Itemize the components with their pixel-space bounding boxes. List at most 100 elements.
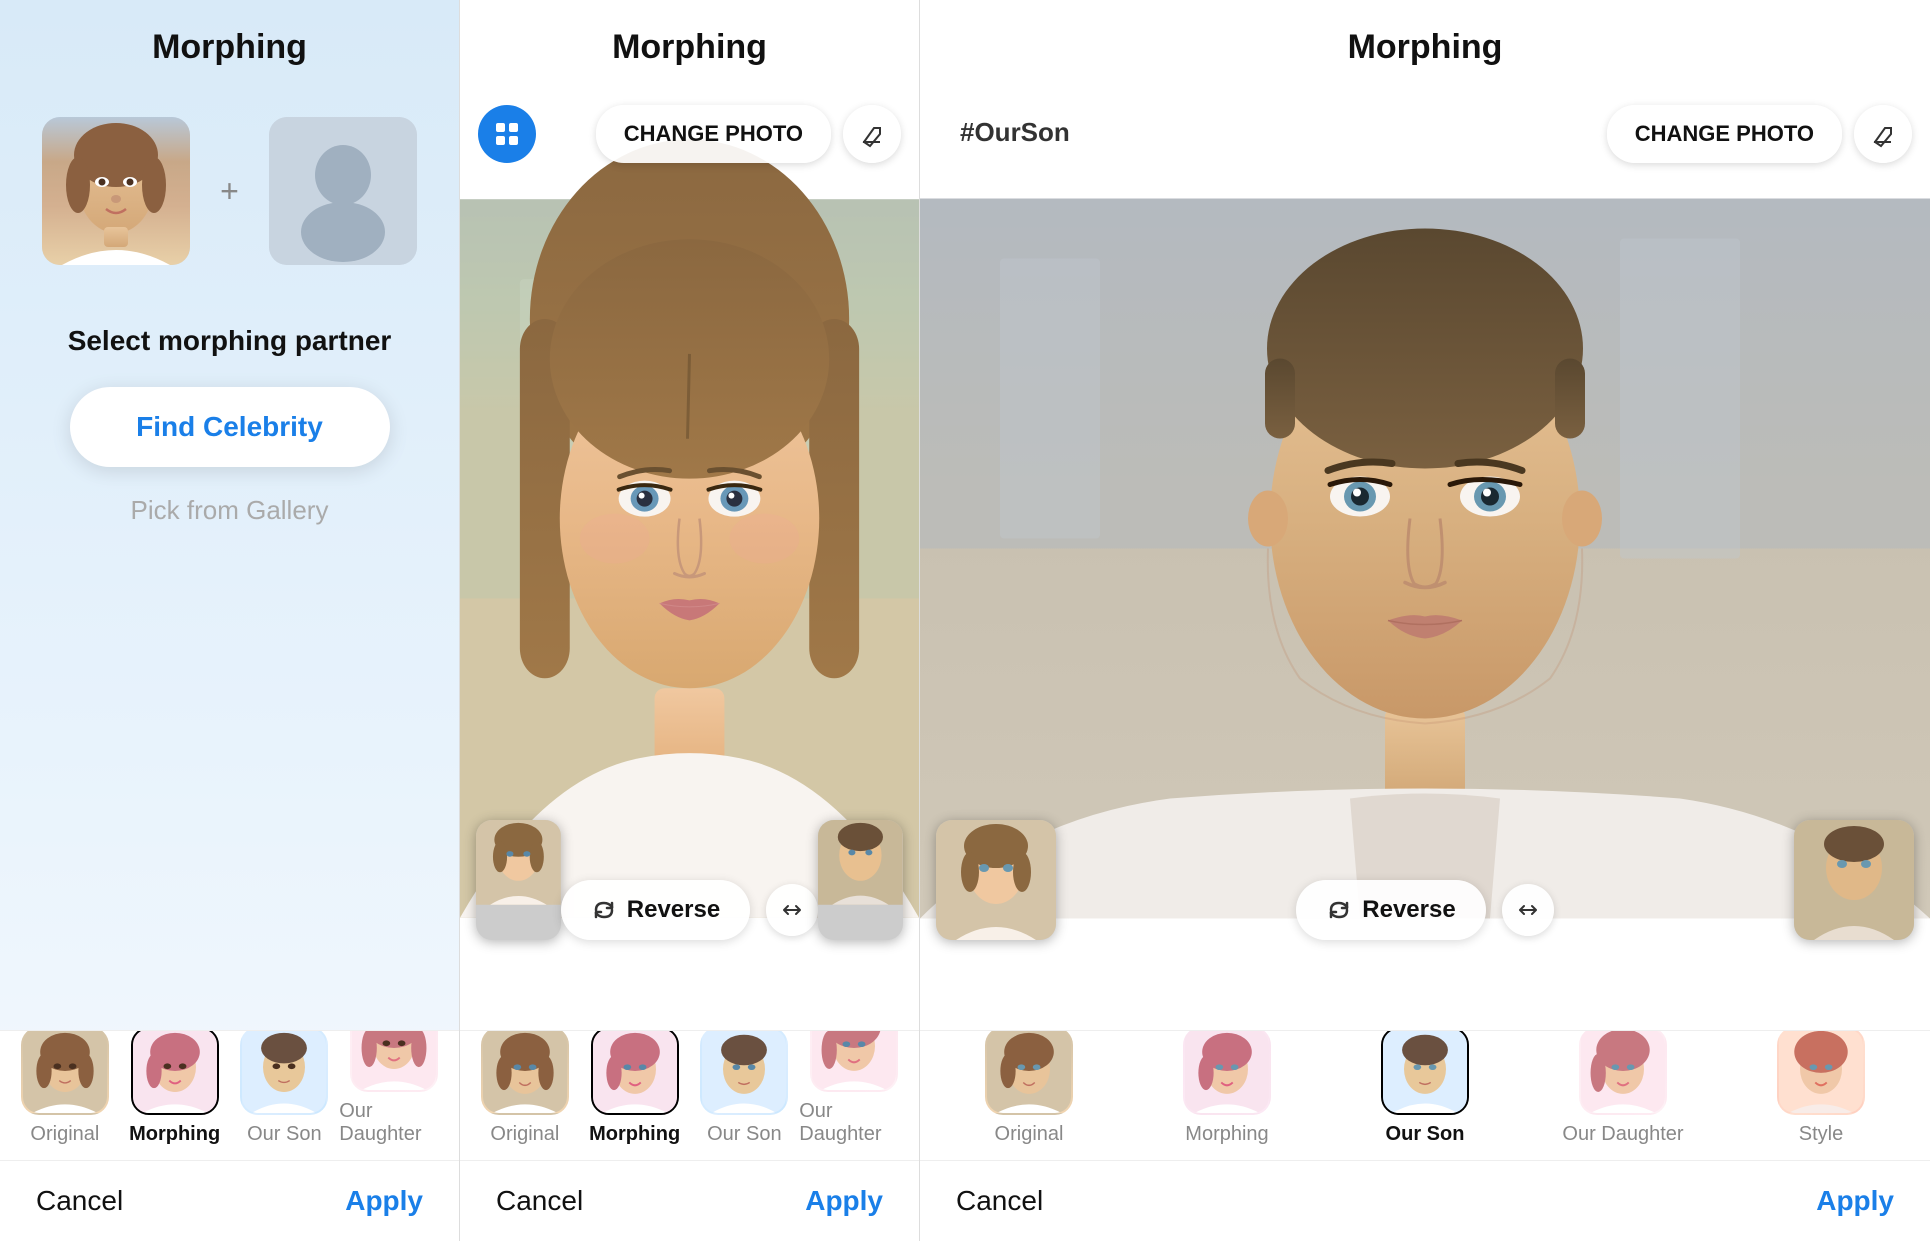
tab-thumb-ourdaughter-p2 <box>810 1030 898 1092</box>
eraser-icon-button-p3[interactable] <box>1854 105 1912 163</box>
tab-thumb-svg-3 <box>242 1030 326 1113</box>
tab-thumb-daughter-svg-p2 <box>812 1030 896 1090</box>
tab-label-original-p3: Original <box>995 1123 1064 1146</box>
tab-label-ourdaughter-p3: Our Daughter <box>1562 1123 1683 1146</box>
tab-ourson-p2[interactable]: Our Son <box>690 1030 800 1160</box>
placeholder-face-svg <box>269 117 417 265</box>
panel2-right-controls: CHANGE PHOTO <box>596 105 901 163</box>
tab-thumb-ourson-p1 <box>240 1030 328 1115</box>
panel1-apply-button[interactable]: Apply <box>345 1185 423 1217</box>
tab-thumb-ourdaughter-p1 <box>350 1030 438 1092</box>
tab-thumb-son-svg-p3 <box>1383 1030 1467 1113</box>
panel2-apply-button[interactable]: Apply <box>805 1185 883 1217</box>
tab-ourson-p1[interactable]: Our Son <box>230 1030 340 1160</box>
panel3-bottom-bar: Cancel Apply <box>920 1160 1930 1241</box>
tab-morphing-p1[interactable]: Morphing <box>120 1030 230 1160</box>
panel3-right-controls: CHANGE PHOTO <box>1607 105 1912 163</box>
tab-label-ourdaughter-p2: Our Daughter <box>799 1100 909 1146</box>
tab-thumb-morph-svg-p3 <box>1185 1030 1269 1113</box>
reverse-button-p2[interactable]: Reverse <box>561 880 750 940</box>
panel-ourson-result: Morphing <box>920 0 1930 1241</box>
panel2-bottom-center-controls: Reverse <box>561 880 818 940</box>
reverse-icon-p2 <box>591 897 617 923</box>
panel2-thumb-right[interactable] <box>818 820 903 940</box>
tab-label-morphing-p1: Morphing <box>129 1123 220 1146</box>
tab-ourdaughter-p2[interactable]: Our Daughter <box>799 1030 909 1160</box>
tab-thumb-ourson-p3 <box>1381 1030 1469 1115</box>
expand-button-p3[interactable] <box>1502 884 1554 936</box>
tab-thumb-original-p3 <box>985 1030 1073 1115</box>
tab-thumb-orig-svg-p3 <box>987 1030 1071 1113</box>
panel2-thumb-right-svg <box>818 820 903 905</box>
partner-photo-box[interactable] <box>269 117 417 265</box>
source-photo-svg <box>42 117 190 265</box>
panel2-top-controls: CHANGE PHOTO <box>478 105 901 163</box>
tab-ourdaughter-p1[interactable]: Our Daughter <box>339 1030 449 1160</box>
change-photo-button-p3[interactable]: CHANGE PHOTO <box>1607 105 1842 163</box>
tab-original-p2[interactable]: Original <box>470 1030 580 1160</box>
morph-photos-row: + <box>42 117 417 265</box>
source-photo-box <box>42 117 190 265</box>
tab-label-ourson-p3: Our Son <box>1386 1123 1465 1146</box>
panel2-title: Morphing <box>460 0 919 87</box>
panel2-main-photo-area: CHANGE PHOTO <box>460 87 919 1030</box>
tab-thumb-ourdaughter-p3 <box>1579 1030 1667 1115</box>
tab-morphing-p2[interactable]: Morphing <box>580 1030 690 1160</box>
grid-icon-button-p2[interactable] <box>478 105 536 163</box>
panel3-bottom-center-controls: Reverse <box>1296 880 1553 940</box>
reverse-label-p2: Reverse <box>627 896 720 924</box>
panel2-tabs: Original Morphing <box>460 1030 919 1160</box>
reverse-label-p3: Reverse <box>1362 896 1455 924</box>
panel3-thumb-left[interactable] <box>936 820 1056 940</box>
eraser-icon-p3 <box>1869 120 1897 148</box>
reverse-icon-p3 <box>1326 897 1352 923</box>
tab-thumb-morphing-p3 <box>1183 1030 1271 1115</box>
panel3-thumb-right-svg <box>1794 820 1914 940</box>
tab-label-ourson-p1: Our Son <box>247 1123 321 1146</box>
reverse-button-p3[interactable]: Reverse <box>1296 880 1485 940</box>
tab-style-p3[interactable]: Style <box>1722 1030 1920 1160</box>
tab-label-style-p3: Style <box>1799 1123 1843 1146</box>
panel1-bottom-bar: Cancel Apply <box>0 1160 459 1241</box>
tab-ourdaughter-p3[interactable]: Our Daughter <box>1524 1030 1722 1160</box>
tab-ourson-p3[interactable]: Our Son <box>1326 1030 1524 1160</box>
expand-button-p2[interactable] <box>766 884 818 936</box>
pick-gallery-button[interactable]: Pick from Gallery <box>131 495 329 526</box>
tab-thumb-svg-4 <box>352 1030 436 1090</box>
panel2-bottom-bar: Cancel Apply <box>460 1160 919 1241</box>
panel3-tabs: Original Morphing <box>920 1030 1930 1160</box>
change-photo-button-p2[interactable]: CHANGE PHOTO <box>596 105 831 163</box>
tab-thumb-svg-1 <box>23 1030 107 1113</box>
tab-original-p1[interactable]: Original <box>10 1030 120 1160</box>
panel1-tabs: Original Morphing <box>0 1030 459 1160</box>
tab-original-p3[interactable]: Original <box>930 1030 1128 1160</box>
expand-icon-p2 <box>780 898 804 922</box>
panel2-thumb-overlay: Reverse <box>476 820 903 940</box>
select-partner-label: Select morphing partner <box>68 325 392 357</box>
expand-icon-p3 <box>1516 898 1540 922</box>
panel1-cancel-button[interactable]: Cancel <box>36 1185 123 1217</box>
find-celebrity-button[interactable]: Find Celebrity <box>70 387 390 467</box>
panel3-thumb-overlay: Reverse <box>936 820 1914 940</box>
eraser-icon-button-p2[interactable] <box>843 105 901 163</box>
panel3-cancel-button[interactable]: Cancel <box>956 1185 1043 1217</box>
tab-label-original-p2: Original <box>490 1123 559 1146</box>
panel3-thumb-right[interactable] <box>1794 820 1914 940</box>
eraser-icon-p2 <box>858 120 886 148</box>
plus-separator: + <box>220 173 239 210</box>
panel3-apply-button[interactable]: Apply <box>1816 1185 1894 1217</box>
panel2-cancel-button[interactable]: Cancel <box>496 1185 583 1217</box>
tab-label-ourson-p2: Our Son <box>707 1123 781 1146</box>
panel2-thumb-left-svg <box>476 820 561 905</box>
panel-morphing-result: Morphing <box>460 0 920 1241</box>
tab-thumb-style-p3 <box>1777 1030 1865 1115</box>
tab-thumb-style-svg-p3 <box>1779 1030 1863 1113</box>
tab-morphing-p3[interactable]: Morphing <box>1128 1030 1326 1160</box>
tab-thumb-morph-svg-p2 <box>593 1030 677 1113</box>
tab-label-morphing-p2: Morphing <box>589 1123 680 1146</box>
tab-label-original-p1: Original <box>30 1123 99 1146</box>
tab-thumb-morphing-p1 <box>131 1030 219 1115</box>
panel3-thumb-left-svg <box>936 820 1056 940</box>
tab-thumb-original-p2 <box>481 1030 569 1115</box>
panel2-thumb-left[interactable] <box>476 820 561 940</box>
